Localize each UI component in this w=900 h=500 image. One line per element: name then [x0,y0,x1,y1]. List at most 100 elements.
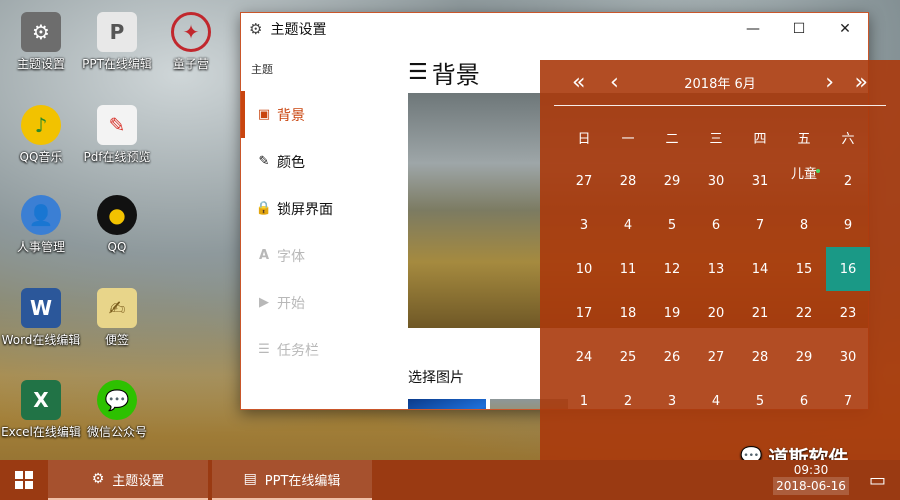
calendar-day[interactable]: 30 [694,159,738,203]
note-icon: ✍ [97,288,137,328]
calendar-day[interactable]: 13 [694,247,738,291]
weekday-header: 四 [753,131,767,147]
calendar-day[interactable]: 3 [562,203,606,247]
music-icon: ♪ [21,105,61,145]
desktop-icon-pdf[interactable]: ✎ Pdf在线预览 [77,105,157,165]
calendar-day[interactable]: 6 [782,379,826,423]
desktop-icon-tongziying[interactable]: ✦ 童子营 [151,12,231,72]
calendar-day[interactable]: 30 [826,335,870,379]
calendar-day-label: 7 [843,393,853,409]
desktop-icon-notes[interactable]: ✍ 便签 [77,288,157,348]
calendar-day-label: 13 [707,261,725,277]
taskbar-clock[interactable]: 09:30 2018-06-16 [773,460,849,500]
start-button[interactable] [0,460,48,500]
desktop-icon-wechat[interactable]: 💬 微信公众号 [77,380,157,440]
calendar-day[interactable]: 31 [738,159,782,203]
weekday-header: 六 [841,131,855,147]
calendar-day[interactable]: 29 [650,159,694,203]
calendar-day[interactable]: 21 [738,291,782,335]
brush-icon: ✎ [258,154,270,169]
calendar-day[interactable]: 7 [826,379,870,423]
maximize-button[interactable]: ☐ [776,13,822,45]
calendar-day[interactable]: 15 [782,247,826,291]
desktop-icon-qq[interactable]: ● QQ [77,195,157,255]
calendar-day-label: 20 [707,305,725,321]
nav-item-label: 开始 [277,295,305,312]
taskbar-app-ppt[interactable]: ▤ PPT在线编辑 [212,460,372,500]
nav-item-color[interactable]: ✎ 颜色 [241,138,391,185]
penguin-icon: ● [97,195,137,235]
calendar-day[interactable]: 27 [694,335,738,379]
nav-item-background[interactable]: ▣ 背景 [241,91,391,138]
calendar-day[interactable]: 19 [650,291,694,335]
calendar-day-today[interactable]: 16 [826,247,870,291]
calendar-day-label: 24 [575,349,593,365]
calendar-day[interactable]: 25 [606,335,650,379]
calendar-day[interactable]: 20 [694,291,738,335]
calendar-day[interactable]: 22 [782,291,826,335]
calendar-day[interactable]: 2 [826,159,870,203]
person-icon: 👤 [21,195,61,235]
calendar-day[interactable]: 26 [650,335,694,379]
calendar-day[interactable]: 18 [606,291,650,335]
title-bar[interactable]: ⚙ 主题设置 — ☐ ✕ [241,13,868,45]
picture-thumbnail[interactable] [408,399,486,409]
calendar-day[interactable]: 10 [562,247,606,291]
event-dot [816,169,820,173]
calendar-day[interactable]: 5 [650,203,694,247]
calendar-day[interactable]: 儿童 [782,159,826,203]
taskbar-app-theme-settings[interactable]: ⚙ 主题设置 [48,460,208,500]
calendar-day-label: 19 [663,305,681,321]
calendar-day[interactable]: 8 [782,203,826,247]
calendar-day[interactable]: 3 [650,379,694,423]
excel-icon: X [21,380,61,420]
weekday-header: 一 [621,131,635,147]
calendar-day-label: 27 [575,173,593,189]
desktop-icon-qq-music[interactable]: ♪ QQ音乐 [1,105,81,165]
next-month-button[interactable]: › [825,70,834,95]
calendar-day[interactable]: 28 [606,159,650,203]
calendar-day[interactable]: 29 [782,335,826,379]
nav-item-lock-screen[interactable]: 🔒 锁屏界面 [241,185,391,232]
list-icon: ☰ [258,342,270,357]
calendar-day-label: 11 [619,261,637,277]
desktop-icon-theme-settings[interactable]: ⚙ 主题设置 [1,12,81,72]
calendar-day-label: 8 [799,217,809,233]
calendar-day[interactable]: 12 [650,247,694,291]
calendar-day[interactable]: 1 [562,379,606,423]
calendar-day[interactable]: 9 [826,203,870,247]
calendar-day-label: 30 [707,173,725,189]
calendar-day[interactable]: 23 [826,291,870,335]
calendar-day[interactable]: 14 [738,247,782,291]
desktop-icon-hr[interactable]: 👤 人事管理 [1,195,81,255]
month-label[interactable]: 2018年 6月 [554,73,886,92]
weekday-header: 三 [709,131,723,147]
calendar-day[interactable]: 5 [738,379,782,423]
calendar-day-label: 30 [839,349,857,365]
desktop-icon-excel[interactable]: X Excel在线编辑 [1,380,81,440]
calendar-day[interactable]: 6 [694,203,738,247]
calendar-day[interactable]: 27 [562,159,606,203]
calendar-day[interactable]: 11 [606,247,650,291]
calendar-day[interactable]: 17 [562,291,606,335]
desktop-icon-label: Pdf在线预览 [83,150,151,164]
calendar-day[interactable]: 24 [562,335,606,379]
desktop-icon-word[interactable]: W Word在线编辑 [1,288,81,348]
calendar-day[interactable]: 28 [738,335,782,379]
prev-year-button[interactable]: « [572,70,585,95]
calendar-day-label: 27 [707,349,725,365]
calendar-day-label: 31 [751,173,769,189]
calendar-day[interactable]: 4 [694,379,738,423]
choose-picture-label: 选择图片 [408,370,464,386]
calendar-day[interactable]: 7 [738,203,782,247]
prev-month-button[interactable]: ‹ [610,70,619,95]
close-button[interactable]: ✕ [822,13,868,45]
notification-icon[interactable]: ▭ [869,470,886,491]
desktop-icon-label: 便签 [104,333,129,347]
ppt-icon: P [97,12,137,52]
desktop-icon-ppt[interactable]: P PPT在线编辑 [77,12,157,72]
calendar-day[interactable]: 4 [606,203,650,247]
next-year-button[interactable]: » [855,70,868,95]
minimize-button[interactable]: — [730,13,776,45]
calendar-day[interactable]: 2 [606,379,650,423]
